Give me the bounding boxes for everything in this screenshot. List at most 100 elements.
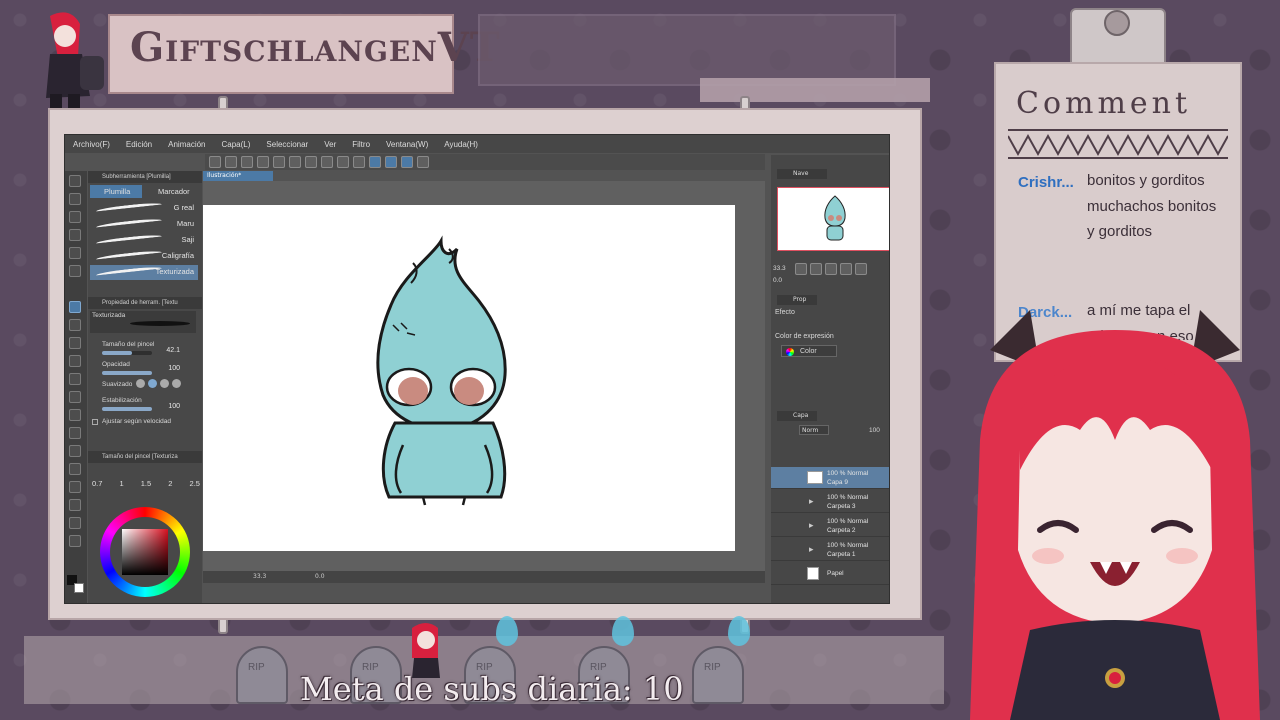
correct-line-tool-icon[interactable] (69, 535, 81, 547)
grid-snap-icon[interactable] (385, 156, 397, 168)
zoom-in-icon[interactable] (810, 263, 822, 275)
save-icon[interactable] (241, 156, 253, 168)
stabilization-value[interactable]: 100 (156, 403, 180, 410)
brush-item-texturizada[interactable]: Texturizada (90, 265, 198, 280)
lasso-tool-icon[interactable] (69, 229, 81, 241)
tab-canvas[interactable]: Ilustración* (203, 171, 273, 181)
pen-tool-icon[interactable] (69, 265, 81, 277)
menu-help[interactable]: Ayuda(H) (436, 140, 486, 149)
ruler-tool-icon[interactable] (69, 481, 81, 493)
brush-stroke-preview (95, 201, 163, 215)
airbrush-tool-icon[interactable] (69, 337, 81, 349)
blend-mode-select[interactable]: Norm (799, 425, 829, 435)
new-file-icon[interactable] (209, 156, 221, 168)
chat-divider-decoration (1008, 129, 1228, 159)
brush-stroke-preview (95, 249, 163, 263)
eraser-tool-icon[interactable] (69, 373, 81, 385)
text-tool-icon[interactable] (69, 499, 81, 511)
zoom-tool-icon[interactable] (69, 175, 81, 187)
tab-layer[interactable]: Capa (777, 411, 817, 421)
layer-opacity[interactable]: 100 (869, 427, 880, 434)
special-ruler-icon[interactable] (401, 156, 413, 168)
canvas-paper[interactable] (203, 205, 735, 551)
menu-select[interactable]: Seleccionar (258, 140, 316, 149)
export-icon[interactable] (257, 156, 269, 168)
figure-tool-icon[interactable] (69, 445, 81, 457)
speed-checkbox[interactable] (92, 419, 98, 425)
layer-folder[interactable]: ▸ 100 % Normal Carpeta 2 (771, 515, 889, 537)
brush-item-maru[interactable]: Maru (90, 217, 198, 232)
brush-size-option[interactable]: 1.5 (141, 479, 151, 488)
brush-item-caligrafia[interactable]: Caligrafía (90, 249, 198, 264)
brush-stroke-preview (95, 217, 163, 231)
layer-thumbnail (807, 567, 819, 580)
menu-edit[interactable]: Edición (118, 140, 160, 149)
brush-item-g-real[interactable]: G real (90, 201, 198, 216)
ghost-flame-icon (612, 616, 634, 646)
open-file-icon[interactable] (225, 156, 237, 168)
flip-icon[interactable] (855, 263, 867, 275)
reset-icon[interactable] (840, 263, 852, 275)
decoration-tool-icon[interactable] (69, 355, 81, 367)
brush-size-option[interactable]: 1 (120, 479, 124, 488)
layer-paper[interactable]: Papel (771, 563, 889, 585)
fill-icon[interactable] (321, 156, 333, 168)
zoom-out-icon[interactable] (795, 263, 807, 275)
brush-tool-icon[interactable] (69, 301, 81, 313)
ruler-snap-icon[interactable] (369, 156, 381, 168)
menu-animation[interactable]: Animación (160, 140, 213, 149)
clear-icon[interactable] (305, 156, 317, 168)
angle-readout[interactable]: 0.0 (315, 571, 325, 583)
size-value[interactable]: 42.1 (156, 347, 180, 354)
layer-folder[interactable]: ▸ 100 % Normal Carpeta 1 (771, 539, 889, 561)
opacity-slider[interactable] (102, 371, 152, 375)
brush-size-option[interactable]: 2.5 (190, 479, 200, 488)
layer-item[interactable]: 100 % Normal Capa 9 (771, 467, 889, 489)
fit-icon[interactable] (825, 263, 837, 275)
menu-view[interactable]: Ver (316, 140, 344, 149)
menu-window[interactable]: Ventana(W) (378, 140, 436, 149)
gravestone-icon: RIP (236, 646, 288, 704)
fill-tool-icon[interactable] (69, 409, 81, 421)
pencil-tool-icon[interactable] (69, 319, 81, 331)
menu-file[interactable]: Archivo(F) (65, 140, 118, 149)
tab-plumilla[interactable]: Plumilla (90, 185, 142, 198)
navigator-angle[interactable]: 0.0 (773, 277, 782, 284)
tab-marcador[interactable]: Marcador (144, 185, 202, 198)
canvas-area[interactable] (203, 181, 765, 581)
navigator-zoom[interactable]: 33.3 (773, 265, 786, 272)
expression-color-select[interactable]: Color (781, 345, 837, 357)
opacity-value[interactable]: 100 (156, 365, 180, 372)
blend-tool-icon[interactable] (69, 391, 81, 403)
frame-tool-icon[interactable] (69, 463, 81, 475)
stabilization-slider[interactable] (102, 407, 152, 411)
selection-tool-icon[interactable] (69, 211, 81, 223)
snap-icon[interactable] (353, 156, 365, 168)
navigator-controls[interactable] (795, 263, 889, 275)
zoom-readout[interactable]: 33.3 (253, 571, 266, 583)
tab-property[interactable]: Prop (777, 295, 817, 305)
header-ribbon (700, 78, 930, 102)
balloon-tool-icon[interactable] (69, 517, 81, 529)
settings-icon[interactable] (417, 156, 429, 168)
brush-item-saji[interactable]: Saji (90, 233, 198, 248)
color-wheel[interactable] (100, 507, 190, 597)
opacity-label: Opacidad (102, 361, 130, 368)
chat-username[interactable]: Crishr... (1018, 174, 1074, 191)
layer-folder[interactable]: ▸ 100 % Normal Carpeta 3 (771, 491, 889, 513)
transform-icon[interactable] (337, 156, 349, 168)
undo-icon[interactable] (273, 156, 285, 168)
tab-navigator[interactable]: Nave (777, 169, 827, 179)
eyedropper-tool-icon[interactable] (69, 247, 81, 259)
smoothing-options[interactable] (136, 379, 190, 389)
redo-icon[interactable] (289, 156, 301, 168)
size-slider[interactable] (102, 351, 152, 355)
tool-column (65, 171, 87, 603)
sub-color-swatch[interactable] (74, 583, 84, 593)
brush-size-option[interactable]: 0.7 (92, 479, 102, 488)
brush-size-option[interactable]: 2 (168, 479, 172, 488)
menu-filter[interactable]: Filtro (344, 140, 378, 149)
gradient-tool-icon[interactable] (69, 427, 81, 439)
move-tool-icon[interactable] (69, 193, 81, 205)
menu-layer[interactable]: Capa(L) (214, 140, 259, 149)
